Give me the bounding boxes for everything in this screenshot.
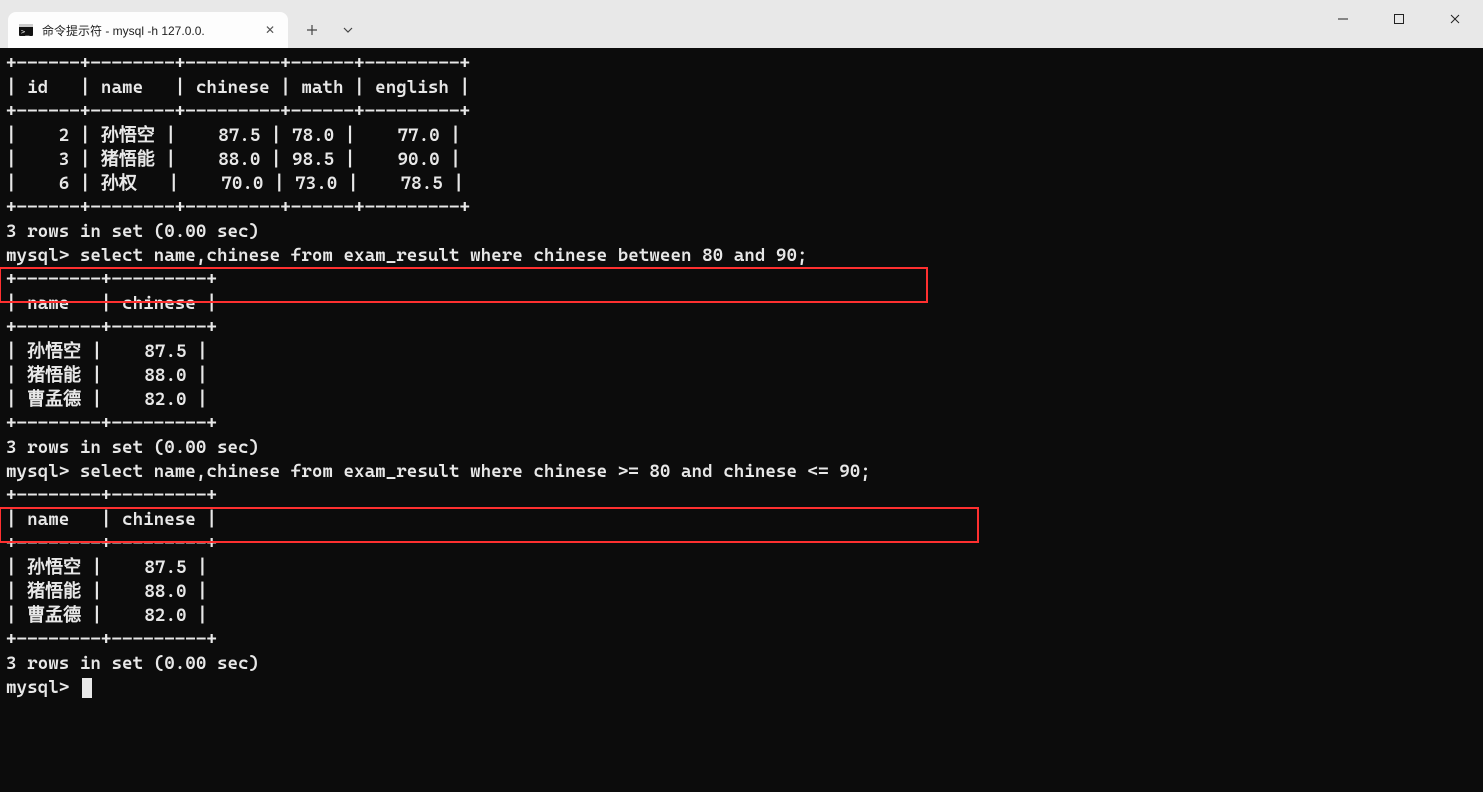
output-line: | 猪悟能 | 88.0 | — [6, 580, 1477, 604]
output-line: | id | name | chinese | math | english | — [6, 76, 1477, 100]
output-line: +------+--------+---------+------+------… — [6, 100, 1477, 124]
close-window-button[interactable] — [1427, 0, 1483, 38]
output-line: | name | chinese | — [6, 292, 1477, 316]
output-line: | 2 | 孙悟空 | 87.5 | 78.0 | 77.0 | — [6, 124, 1477, 148]
terminal-icon: >_ — [18, 22, 34, 38]
mysql-prompt: mysql> — [6, 677, 80, 698]
output-line: +--------+---------+ — [6, 532, 1477, 556]
sql-query-line: mysql> select name,chinese from exam_res… — [6, 244, 1477, 268]
output-line: | 曹孟德 | 82.0 | — [6, 604, 1477, 628]
terminal-output[interactable]: +------+--------+---------+------+------… — [0, 48, 1483, 792]
output-line: +--------+---------+ — [6, 316, 1477, 340]
output-line: 3 rows in set (0.00 sec) — [6, 652, 1477, 676]
new-tab-button[interactable] — [296, 14, 328, 46]
output-line: +------+--------+---------+------+------… — [6, 196, 1477, 220]
tab-title: 命令提示符 - mysql -h 127.0.0. — [42, 22, 254, 39]
maximize-button[interactable] — [1371, 0, 1427, 38]
output-line: | 孙悟空 | 87.5 | — [6, 556, 1477, 580]
close-tab-icon[interactable]: ✕ — [262, 22, 278, 38]
title-bar: >_ 命令提示符 - mysql -h 127.0.0. ✕ — [0, 0, 1483, 48]
output-line: | name | chinese | — [6, 508, 1477, 532]
output-line: | 孙悟空 | 87.5 | — [6, 340, 1477, 364]
output-line: | 3 | 猪悟能 | 88.0 | 98.5 | 90.0 | — [6, 148, 1477, 172]
prompt-line: mysql> — [6, 676, 1477, 700]
output-line: +--------+---------+ — [6, 628, 1477, 652]
output-line: +--------+---------+ — [6, 484, 1477, 508]
tab-active[interactable]: >_ 命令提示符 - mysql -h 127.0.0. ✕ — [8, 12, 288, 48]
output-line: +--------+---------+ — [6, 268, 1477, 292]
tab-actions — [296, 12, 364, 48]
output-line: 3 rows in set (0.00 sec) — [6, 220, 1477, 244]
window-controls — [1315, 0, 1483, 48]
output-line: +--------+---------+ — [6, 412, 1477, 436]
tabs-area: >_ 命令提示符 - mysql -h 127.0.0. ✕ — [0, 0, 364, 48]
output-line: | 猪悟能 | 88.0 | — [6, 364, 1477, 388]
cursor-icon — [82, 678, 92, 698]
output-line: | 曹孟德 | 82.0 | — [6, 388, 1477, 412]
svg-text:>_: >_ — [21, 28, 30, 36]
output-line: 3 rows in set (0.00 sec) — [6, 436, 1477, 460]
sql-query-line: mysql> select name,chinese from exam_res… — [6, 460, 1477, 484]
tab-dropdown-button[interactable] — [332, 14, 364, 46]
output-line: +------+--------+---------+------+------… — [6, 52, 1477, 76]
output-line: | 6 | 孙权 | 70.0 | 73.0 | 78.5 | — [6, 172, 1477, 196]
minimize-button[interactable] — [1315, 0, 1371, 38]
